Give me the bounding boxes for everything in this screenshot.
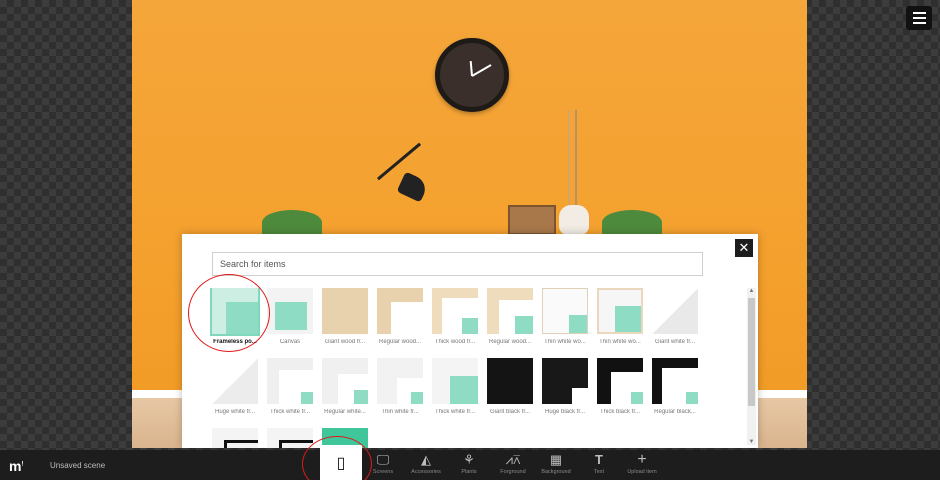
plant-right — [602, 210, 662, 235]
item-regular-wood-frame-2[interactable]: Regular wood... — [485, 288, 535, 345]
item-huge-black-frame[interactable]: Huge black fr... — [540, 358, 590, 415]
item-regular-wood-frame[interactable]: Regular wood... — [375, 288, 425, 345]
grid-scrollbar[interactable]: ▲ ▼ — [747, 288, 756, 445]
item-giant-black-frame[interactable]: Giant black fr... — [485, 358, 535, 415]
item-thick-black-frame[interactable]: Thick black fr... — [595, 358, 645, 415]
frame-icon: ▯ — [336, 455, 346, 472]
plus-icon: + — [637, 451, 647, 468]
item-thin-white-frame[interactable]: Thin white fr... — [375, 358, 425, 415]
tool-frames[interactable]: ▯ — [320, 445, 362, 480]
pampas-grass — [552, 110, 592, 210]
scene-name: Unsaved scene — [50, 461, 106, 470]
tool-accessories[interactable]: ◭ Accessories — [405, 450, 447, 480]
foreground-icon: ⩘⊼ — [505, 452, 521, 467]
text-icon: T — [595, 452, 603, 467]
tool-text[interactable]: T Text — [578, 450, 620, 480]
background-icon: ▦ — [549, 452, 563, 467]
tool-foreground[interactable]: ⩘⊼ Forground — [492, 450, 534, 480]
monitor-icon: 🖵 — [376, 452, 390, 467]
close-icon[interactable]: ✕ — [735, 239, 753, 257]
item-thick-white-frame-2[interactable]: Thick white fr... — [430, 358, 480, 415]
item-frameless-poster[interactable]: Frameless po... — [210, 288, 260, 345]
tool-background[interactable]: ▦ Background — [535, 450, 577, 480]
tool-upload-item[interactable]: + Upload item — [621, 450, 663, 480]
plant-icon: ⚘ — [463, 452, 475, 467]
item-grid: Frameless po... Canvas Giant wood fr... … — [210, 288, 750, 448]
item-thin-white-wood-frame-2[interactable]: Thin white wo... — [595, 288, 645, 345]
item-huge-white-frame[interactable]: Huge white fr... — [210, 358, 260, 415]
item-row3-1[interactable] — [210, 428, 260, 448]
tool-screens[interactable]: 🖵 Screens — [362, 450, 404, 480]
logo: m! — [9, 458, 24, 474]
item-row3-2[interactable] — [265, 428, 315, 448]
lamp-head — [396, 171, 430, 203]
item-thin-white-wood-frame[interactable]: Thin white wo... — [540, 288, 590, 345]
accessories-icon: ◭ — [421, 452, 431, 467]
wall-clock — [435, 38, 509, 112]
item-canvas[interactable]: Canvas — [265, 288, 315, 345]
bottom-toolbar: m! Unsaved scene ▯ 🖵 Screens ◭ Accessori… — [0, 445, 940, 480]
wooden-shelf — [508, 205, 556, 235]
item-thick-white-frame[interactable]: Thick white fr... — [265, 358, 315, 415]
item-regular-black-frame[interactable]: Regular black... — [650, 358, 700, 415]
tool-plants[interactable]: ⚘ Plants — [448, 450, 490, 480]
item-giant-white-frame[interactable]: Giant white fr... — [650, 288, 700, 345]
item-regular-white-frame[interactable]: Regular white... — [320, 358, 370, 415]
search-input[interactable] — [212, 252, 703, 276]
item-giant-wood-frame[interactable]: Giant wood fr... — [320, 288, 370, 345]
vase — [559, 205, 589, 235]
item-thick-wood-frame[interactable]: Thick wood fr... — [430, 288, 480, 345]
plant-left — [262, 210, 322, 235]
hamburger-menu-icon[interactable] — [906, 6, 932, 30]
item-picker-panel: ✕ Frameless po... Canvas Giant wood fr..… — [182, 234, 758, 448]
